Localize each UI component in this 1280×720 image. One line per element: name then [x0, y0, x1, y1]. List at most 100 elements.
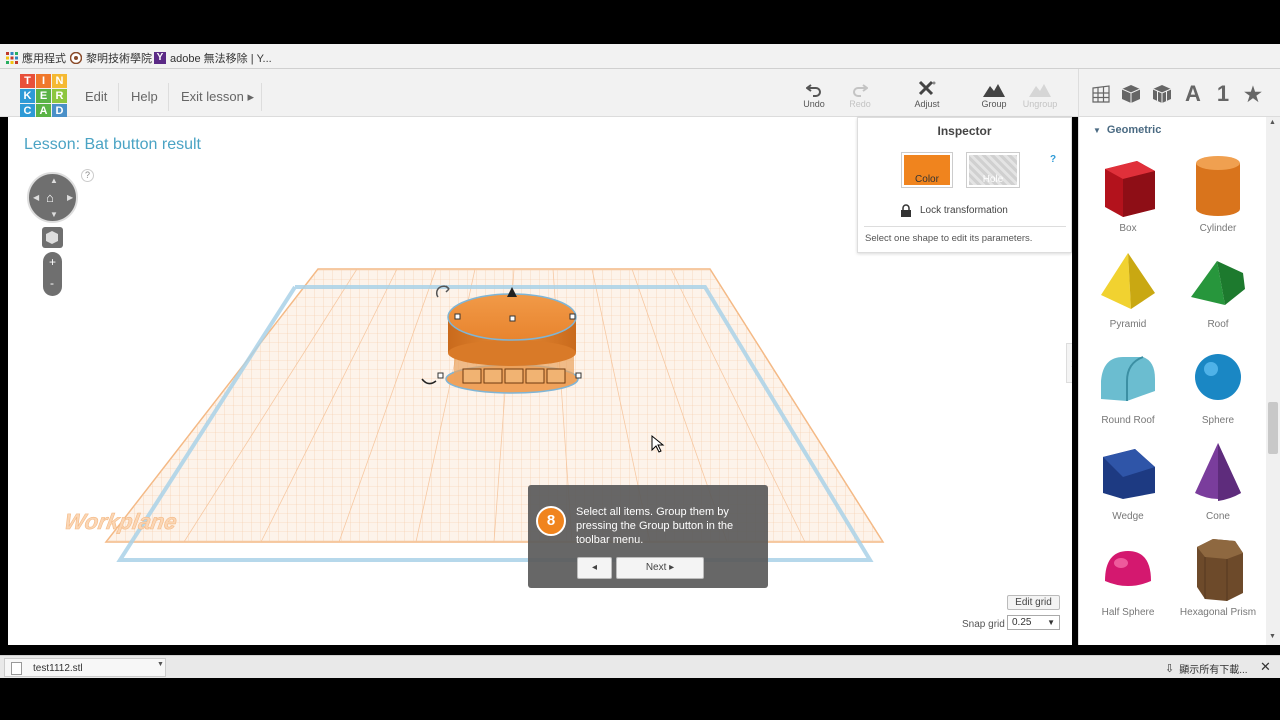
zoom-in-button[interactable]: +	[49, 255, 56, 269]
logo-letter: K	[20, 89, 35, 103]
shape-item-hexagonal-prism[interactable]: Hexagonal Prism	[1173, 535, 1263, 618]
color-swatch-button[interactable]: Color	[901, 152, 953, 188]
lock-transformation-toggle[interactable]: Lock transformation	[900, 204, 1008, 217]
inspector-help-icon[interactable]: ?	[1050, 154, 1056, 165]
app-header: TINKERCAD Edit Help Exit lesson ▸ Undo R…	[0, 69, 1280, 120]
round-roof-shape-icon	[1101, 356, 1155, 401]
ungroup-icon	[1029, 84, 1051, 97]
shape-label: Cone	[1206, 511, 1230, 522]
shape-item-cone[interactable]: Cone	[1173, 439, 1263, 522]
undo-icon	[806, 84, 821, 97]
menu-divider	[261, 83, 262, 111]
panel-divider	[1078, 69, 1079, 117]
shape-label: Pyramid	[1109, 319, 1147, 330]
shape-item-box[interactable]: Box	[1083, 151, 1173, 234]
orbit-control[interactable]: ⌂ ▲ ▼ ◀ ▶	[27, 172, 78, 223]
wireframe-cube-icon	[1152, 85, 1172, 103]
download-arrow-icon: ⇩	[1165, 663, 1175, 675]
shapes-panel: ▼ Geometric Box Cylinder Pyramid Roof Round R…	[1078, 117, 1266, 645]
chevron-down-icon: ▼	[1047, 618, 1055, 627]
ungroup-label: Ungroup	[1022, 99, 1058, 109]
caret-down-icon: ▼	[1093, 126, 1101, 135]
home-icon[interactable]: ⌂	[46, 190, 54, 205]
download-menu-caret-icon[interactable]: ▼	[157, 661, 164, 668]
undo-button[interactable]: Undo	[789, 79, 839, 109]
edit-grid-button[interactable]: Edit grid	[1007, 595, 1060, 610]
menu-help[interactable]: Help	[131, 89, 158, 104]
snap-grid-select[interactable]: 0.25 ▼	[1007, 615, 1060, 630]
group-button[interactable]: Group	[969, 79, 1019, 109]
tab-text[interactable]: A	[1181, 81, 1205, 106]
menu-divider	[118, 83, 119, 111]
inspector-hint: Select one shape to edit its parameters.	[865, 233, 1033, 244]
grid-icon	[1092, 85, 1110, 103]
bookmark-yahoo[interactable]: Y adobe 無法移除 | Y...	[154, 50, 272, 66]
close-downloads-icon[interactable]: ✕	[1260, 659, 1271, 675]
zoom-out-button[interactable]: -	[50, 276, 54, 290]
group-label: Group	[981, 99, 1007, 109]
scrollbar-thumb[interactable]	[1268, 402, 1278, 454]
tab-numbers[interactable]: 1	[1211, 81, 1235, 106]
logo-letter: C	[20, 104, 35, 118]
box-shape-icon	[1105, 161, 1155, 217]
logo-letter: E	[36, 89, 51, 103]
shape-item-wedge[interactable]: Wedge	[1083, 439, 1173, 522]
adjust-label: Adjust	[914, 99, 940, 109]
hole-button[interactable]: Hole	[966, 152, 1020, 188]
shape-item-sphere[interactable]: Sphere	[1173, 343, 1263, 426]
shape-item-pyramid[interactable]: Pyramid	[1083, 247, 1173, 330]
workplane-label: Workplane	[62, 509, 178, 534]
arrow-left-icon[interactable]: ◀	[33, 193, 39, 202]
redo-icon	[853, 84, 868, 97]
panel-scrollbar[interactable]: ▲ ▼	[1266, 117, 1280, 645]
download-filename: test1112.stl	[33, 663, 83, 674]
logo-letter: A	[36, 104, 51, 118]
shape-label: Hexagonal Prism	[1179, 607, 1257, 618]
bookmark-apps[interactable]: 應用程式	[6, 50, 66, 66]
downloads-bar: test1112.stl ▼ ⇩ 顯示所有下載... ✕	[0, 655, 1280, 678]
scroll-up-icon[interactable]: ▲	[1269, 119, 1276, 126]
bookmark-label: 黎明技術學院	[86, 53, 152, 65]
view-help-button[interactable]: ?	[81, 169, 94, 182]
section-label: Geometric	[1106, 124, 1162, 136]
tutorial-next-button[interactable]: Next ▸	[616, 557, 704, 579]
shape-item-round-roof[interactable]: Round Roof	[1083, 343, 1173, 426]
shape-label: Box	[1119, 223, 1137, 234]
logo-letter: R	[52, 89, 67, 103]
tab-basic-shapes[interactable]	[1119, 82, 1143, 106]
arrow-down-icon[interactable]: ▼	[50, 210, 58, 219]
school-logo-icon	[69, 51, 83, 65]
shape-label: Cylinder	[1199, 223, 1237, 234]
tutorial-text: Select all items. Group them by pressing…	[576, 506, 734, 546]
lock-icon	[901, 204, 911, 217]
show-all-downloads[interactable]: ⇩ 顯示所有下載...	[1165, 661, 1248, 676]
tab-grid-view[interactable]	[1089, 82, 1113, 106]
bookmark-school[interactable]: 黎明技術學院	[69, 50, 152, 66]
download-item[interactable]: test1112.stl ▼	[4, 658, 166, 677]
logo-letter: T	[20, 74, 35, 88]
tinkercad-logo[interactable]: TIN KER CAD	[20, 74, 68, 120]
arrow-right-icon[interactable]: ▶	[67, 193, 73, 202]
undo-label: Undo	[803, 99, 825, 109]
shape-item-cylinder[interactable]: Cylinder	[1173, 151, 1263, 234]
logo-letter: D	[52, 104, 67, 118]
section-geometric[interactable]: ▼ Geometric	[1093, 124, 1161, 136]
shape-item-half-sphere[interactable]: Half Sphere	[1083, 535, 1173, 618]
scroll-down-icon[interactable]: ▼	[1269, 633, 1276, 640]
shape-item-roof[interactable]: Roof	[1173, 247, 1263, 330]
chevron-right-icon: ›	[1071, 355, 1072, 371]
adjust-button[interactable]: Adjust	[902, 79, 952, 109]
logo-letter: N	[52, 74, 67, 88]
color-swatch: Color	[904, 155, 950, 185]
redo-button[interactable]: Redo	[835, 79, 885, 109]
tab-favorites[interactable]: ★	[1241, 82, 1265, 106]
perspective-toggle[interactable]	[42, 227, 63, 248]
tutorial-back-button[interactable]: ◂	[577, 557, 612, 579]
sphere-shape-icon	[1195, 354, 1241, 400]
tab-shape-generators[interactable]	[1150, 82, 1174, 106]
menu-edit[interactable]: Edit	[85, 89, 107, 104]
collapse-panel-handle[interactable]: ›	[1066, 343, 1072, 383]
arrow-up-icon[interactable]: ▲	[50, 176, 58, 185]
menu-exit-lesson[interactable]: Exit lesson ▸	[181, 89, 254, 105]
ungroup-button[interactable]: Ungroup	[1015, 79, 1065, 109]
